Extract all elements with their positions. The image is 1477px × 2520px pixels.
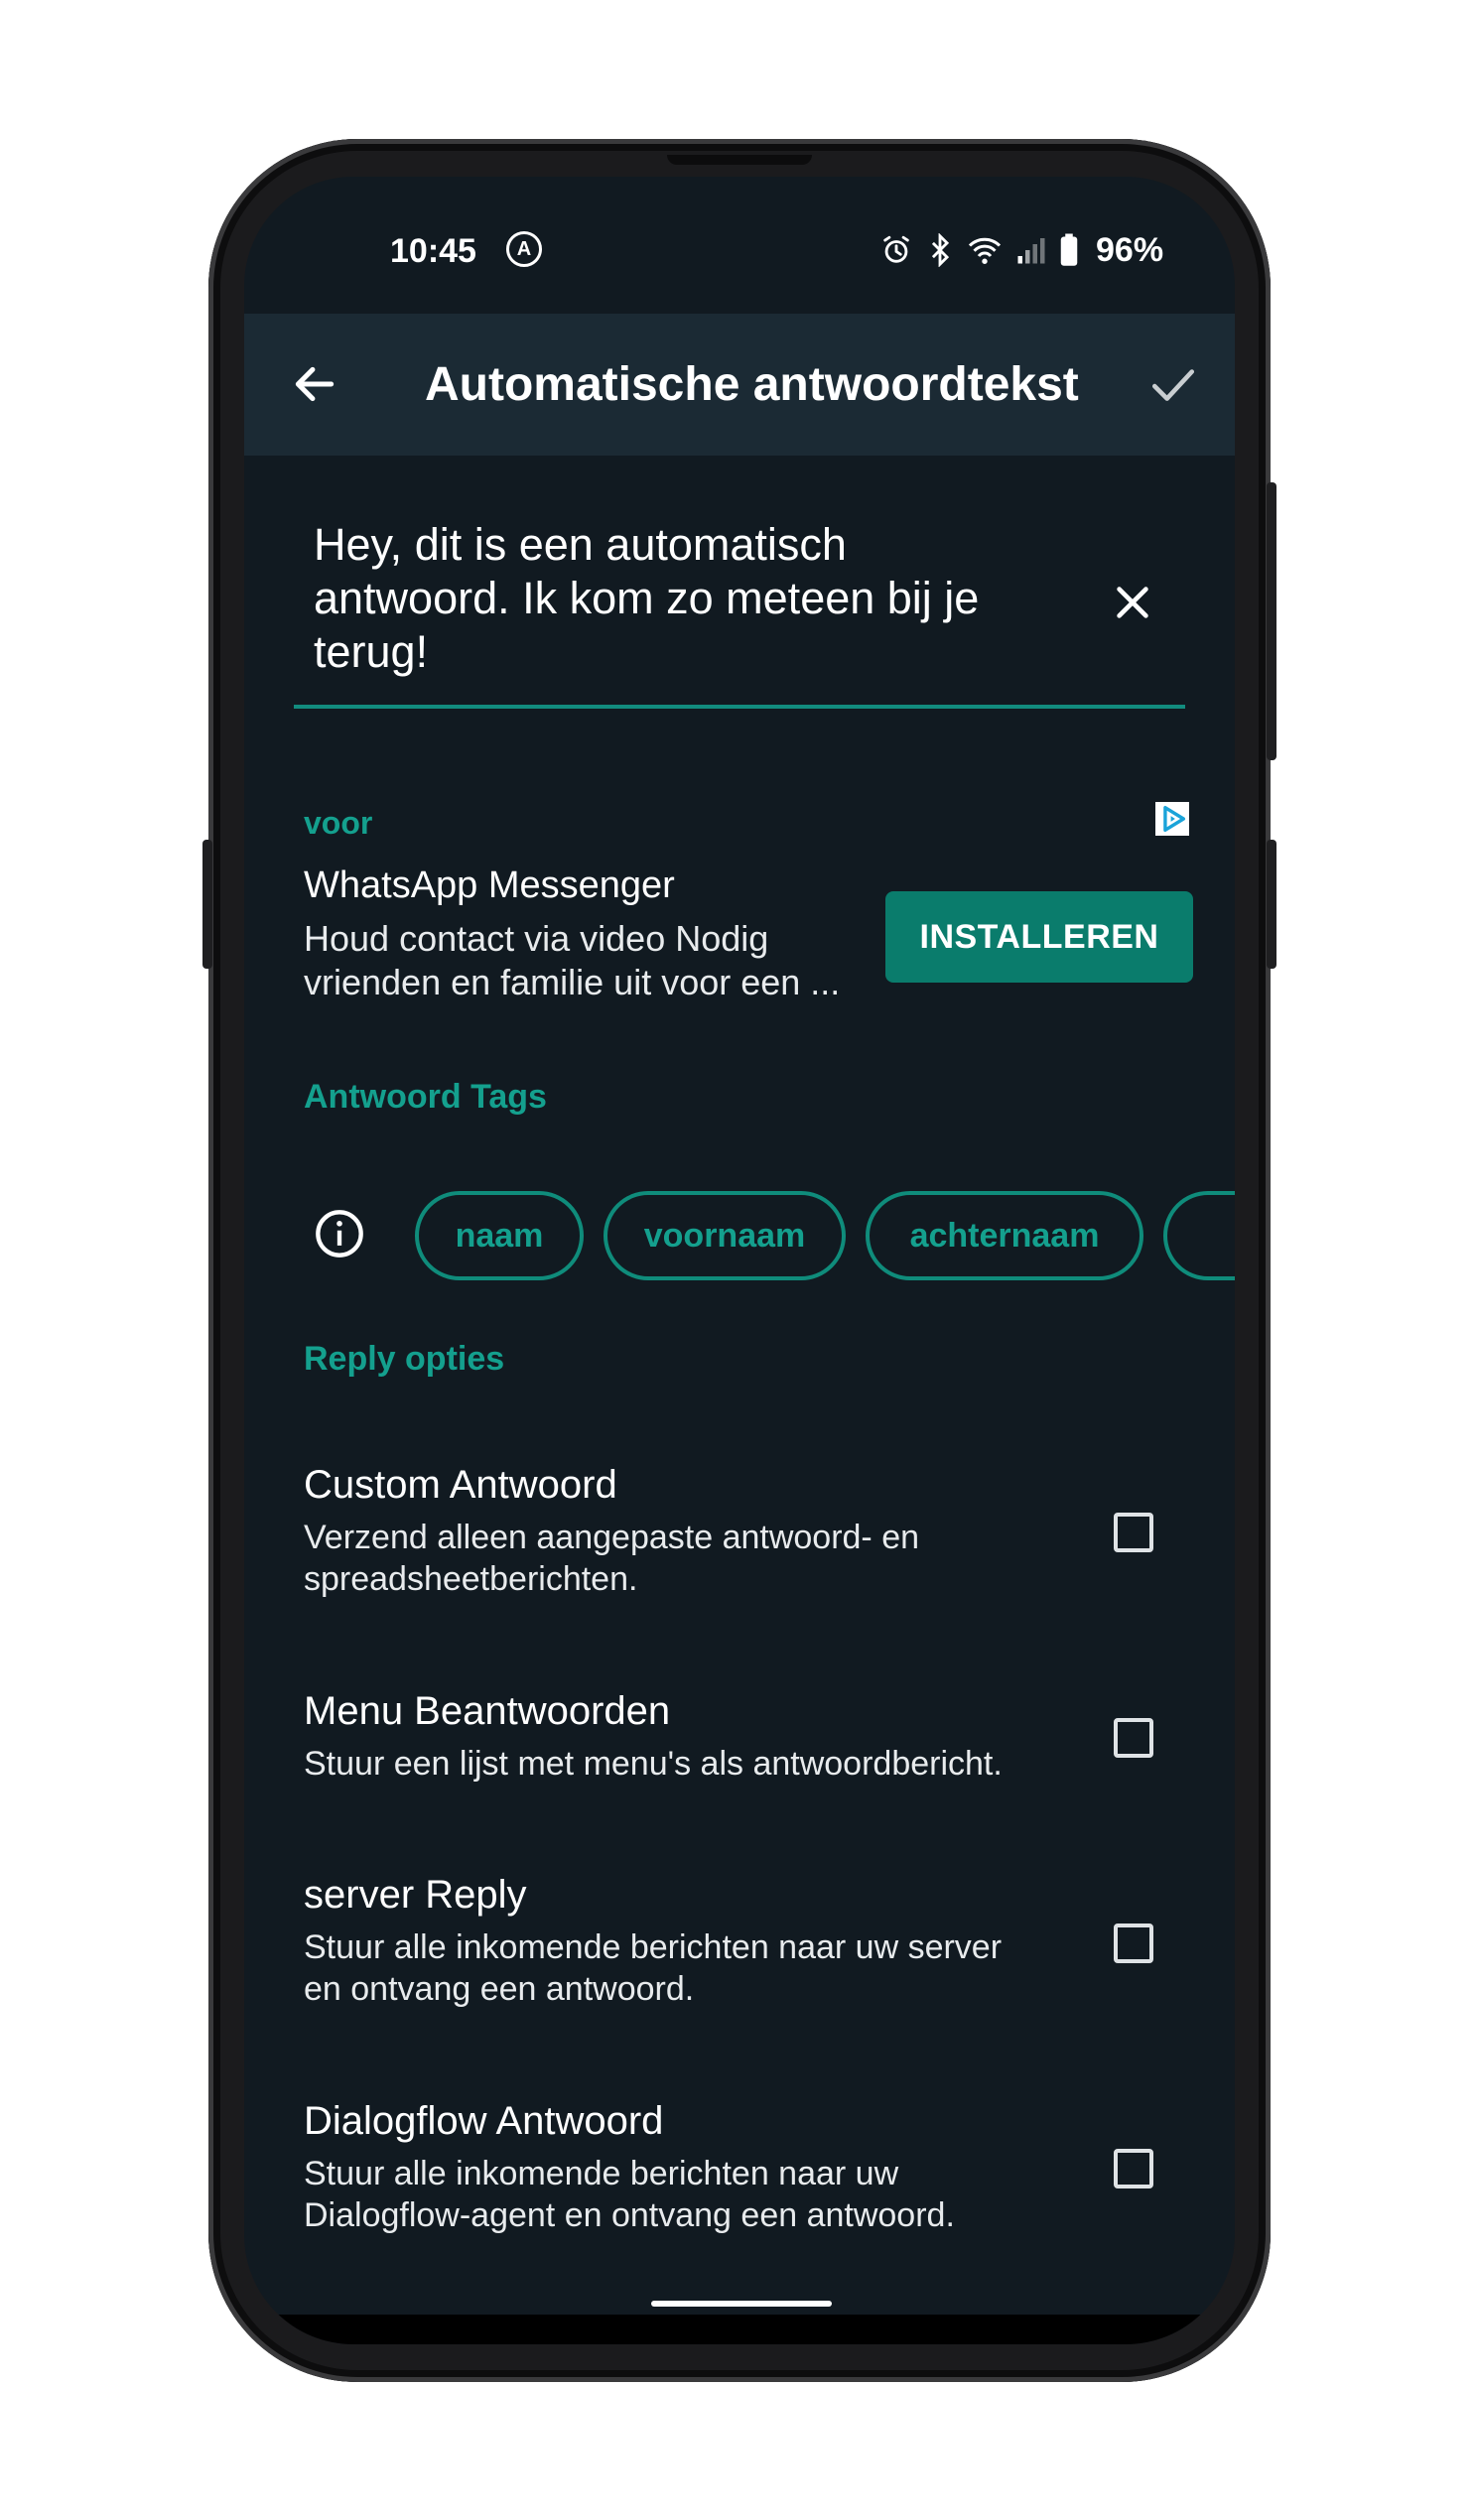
option-desc-custom: Verzend alleen aangepaste antwoord- en s…	[304, 1519, 920, 1598]
install-button[interactable]: INSTALLEREN	[885, 891, 1193, 983]
wifi-icon	[968, 237, 1002, 264]
option-desc-dialogflow: Stuur alle inkomende berichten naar uw D…	[304, 2155, 955, 2234]
battery-icon	[1060, 233, 1078, 266]
section-label-reply-options: Reply opties	[304, 1340, 505, 1378]
home-gesture-bar[interactable]	[651, 2301, 832, 2307]
option-title-custom[interactable]: Custom Antwoord	[304, 1463, 617, 1508]
section-label-tags: Antwoord Tags	[304, 1078, 547, 1116]
volume-button	[1267, 840, 1276, 969]
checkbox-server-reply[interactable]	[1114, 1923, 1153, 1963]
status-bar: 10:45 A 96%	[244, 177, 1235, 314]
bluetooth-icon	[931, 233, 950, 267]
option-desc-server: Stuur alle inkomende berichten naar uw s…	[304, 1928, 1003, 2008]
tag-chip-voornaam[interactable]: voornaam	[604, 1191, 846, 1280]
tag-chip-partial[interactable]	[1163, 1191, 1235, 1280]
ad-choices-icon[interactable]	[1155, 802, 1189, 836]
power-button	[1267, 482, 1276, 760]
tag-chip-naam[interactable]: naam	[415, 1191, 584, 1280]
status-icons: 96%	[879, 230, 1163, 270]
status-time: 10:45	[390, 232, 476, 270]
tag-chip-achternaam[interactable]: achternaam	[866, 1191, 1143, 1280]
ad-description[interactable]: Houd contact via video Nodig vrienden en…	[304, 917, 879, 1004]
screen: 10:45 A 96% Automatische antwoordtekst H…	[244, 177, 1235, 2344]
battery-percent: 96%	[1096, 230, 1164, 269]
close-icon[interactable]	[1110, 580, 1155, 625]
option-desc-menu: Stuur een lijst met menu's als antwoordb…	[304, 1745, 1003, 1783]
app-bar: Automatische antwoordtekst	[244, 314, 1235, 456]
option-title-server[interactable]: server Reply	[304, 1873, 527, 1918]
tag-chip-row: naam voornaam achternaam	[415, 1191, 1235, 1290]
reply-text-value[interactable]: Hey, dit is een automatisch antwoord. Ik…	[314, 518, 1068, 679]
signal-icon	[1017, 238, 1045, 264]
checkbox-menu-beantwoorden[interactable]	[1114, 1718, 1153, 1758]
page-title: Automatische antwoordtekst	[425, 358, 1079, 411]
arrow-back-icon[interactable]	[290, 359, 339, 409]
auto-mode-icon: A	[506, 231, 542, 267]
navigation-bar	[244, 2315, 1235, 2344]
info-icon[interactable]	[314, 1208, 365, 1260]
reply-text-field[interactable]: Hey, dit is een automatisch antwoord. Ik…	[294, 506, 1185, 709]
checkbox-dialogflow-antwoord[interactable]	[1114, 2149, 1153, 2188]
ad-title[interactable]: WhatsApp Messenger	[304, 864, 675, 907]
alarm-icon	[883, 235, 909, 263]
check-icon[interactable]	[1147, 359, 1199, 409]
option-title-menu[interactable]: Menu Beantwoorden	[304, 1689, 670, 1734]
speaker-notch	[667, 155, 812, 165]
side-button-left	[202, 840, 212, 969]
checkbox-custom-antwoord[interactable]	[1114, 1513, 1153, 1552]
ad-label: voor	[304, 805, 373, 841]
option-title-dialogflow[interactable]: Dialogflow Antwoord	[304, 2099, 663, 2144]
